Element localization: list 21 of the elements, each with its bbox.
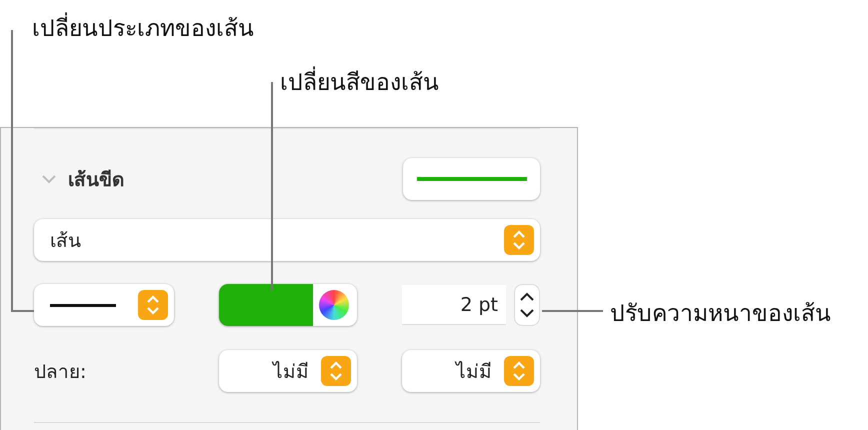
color-wheel-icon[interactable] xyxy=(319,290,349,320)
stepper-arrows-icon xyxy=(504,356,534,386)
ends-label: ปลาย: xyxy=(34,360,88,385)
stepper-arrows-icon xyxy=(504,225,534,255)
section-title: เส้นขีด xyxy=(68,168,125,193)
callout-label: เปลี่ยนสีของเส้น xyxy=(280,64,439,100)
callout-label: ปรับความหนาของเส้น xyxy=(610,300,831,329)
color-well[interactable] xyxy=(219,284,357,326)
stepper-arrows-icon xyxy=(321,356,351,386)
width-field[interactable]: 2 pt xyxy=(402,285,506,325)
line-end-popup[interactable]: ไม่มี xyxy=(219,350,357,392)
leader-line xyxy=(542,310,603,312)
line-sample-icon xyxy=(416,177,526,181)
line-style-popup[interactable] xyxy=(34,284,174,326)
stepper-icon[interactable] xyxy=(514,284,540,326)
callout-label: เปลี่ยนประเภทของเส้น xyxy=(32,10,254,46)
stroke-type-popup[interactable]: เส้น xyxy=(34,219,540,261)
stepper-arrows-icon xyxy=(138,290,168,320)
color-swatch[interactable] xyxy=(219,284,313,326)
line-end-popup[interactable]: ไม่มี xyxy=(402,350,540,392)
line-preview-button[interactable] xyxy=(403,158,540,200)
